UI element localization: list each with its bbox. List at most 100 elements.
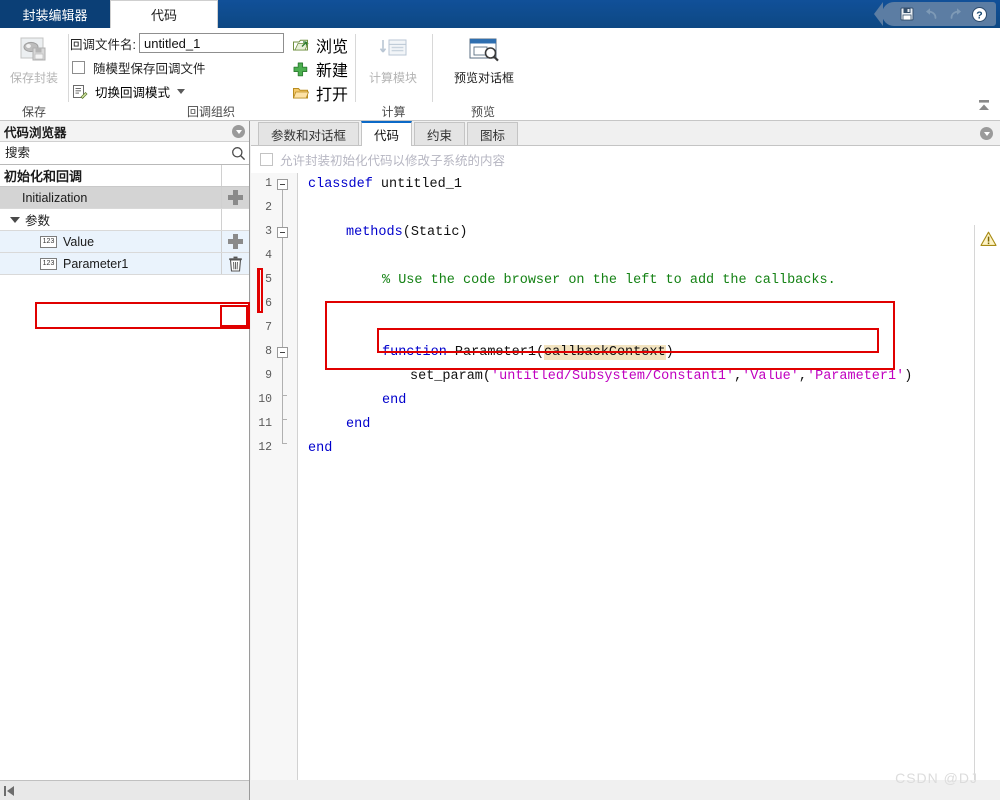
- warning-triangle-icon[interactable]: [980, 231, 997, 252]
- redo-icon[interactable]: [944, 4, 966, 24]
- compute-block-button[interactable]: 计算模块: [362, 36, 424, 86]
- tab-constraints[interactable]: 约束: [414, 122, 466, 145]
- ribbon-separator-2: [355, 34, 356, 102]
- tab-parameters-and-dialog[interactable]: 参数和对话框: [258, 122, 360, 145]
- trash-icon: [229, 256, 242, 272]
- fold-toggle-line-1[interactable]: [277, 179, 288, 190]
- line-number: 5: [265, 273, 272, 286]
- line-number: 6: [265, 297, 272, 310]
- token-classdef: classdef: [308, 177, 373, 192]
- save-mask-button-label: 保存封装: [9, 71, 58, 85]
- token-classname: untitled_1: [380, 177, 462, 192]
- undo-icon[interactable]: [920, 4, 942, 24]
- code-browser-header: 代码浏览器: [0, 121, 249, 142]
- fold-toggle-line-8[interactable]: [277, 347, 288, 358]
- add-value-callback-button[interactable]: [221, 231, 249, 252]
- line-number: 2: [265, 201, 272, 214]
- browse-icon: [293, 39, 309, 51]
- token-comma-1: ,: [734, 369, 743, 384]
- allow-mask-init-modify-checkbox[interactable]: [260, 153, 273, 166]
- token-end-inner: end: [382, 393, 407, 408]
- fold-guide-1b: [282, 419, 283, 443]
- code-browser-hscrollbar[interactable]: [0, 780, 249, 800]
- code-line-12: end: [308, 437, 332, 461]
- quick-access-toolbar: ?: [874, 2, 996, 26]
- new-button[interactable]: 新建: [292, 57, 348, 81]
- token-fn-close: ): [665, 345, 674, 360]
- open-label: 打开: [316, 87, 349, 104]
- collapse-ribbon-button[interactable]: [976, 98, 992, 114]
- chevron-down-icon[interactable]: [177, 89, 186, 94]
- main-area: 代码浏览器 初始化和回调 In: [0, 121, 1000, 800]
- search-input[interactable]: [3, 145, 231, 161]
- app-tab-code[interactable]: 代码: [110, 0, 218, 28]
- callback-file-row: 回调文件名:: [70, 33, 284, 53]
- numeric-param-icon: 123: [40, 257, 57, 270]
- delete-parameter1-button[interactable]: [221, 253, 249, 274]
- expander-down-icon[interactable]: [10, 216, 20, 223]
- ribbon-group-preview: 预览对话框 预览: [434, 28, 532, 121]
- app-tab-mask-editor[interactable]: 封装编辑器: [0, 0, 110, 28]
- allow-mask-init-modify-label: 允许封装初始化代码以修改子系统的内容: [280, 154, 506, 168]
- tree-label-init-and-callbacks: 初始化和回调: [4, 169, 83, 184]
- switch-callback-mode-button[interactable]: 切换回调模式: [72, 82, 186, 101]
- fold-guide-8: [282, 358, 283, 395]
- mask-editor-window: 封装编辑器 代码 ? 保存封装 保存 回调文件名: untitled_1 随模型…: [0, 0, 1000, 800]
- tree-row-parameter1[interactable]: 123 Parameter1: [0, 253, 249, 275]
- code-browser-search[interactable]: [0, 142, 249, 165]
- numeric-param-icon: 123: [40, 235, 57, 248]
- fold-guide-1: [282, 190, 283, 227]
- tab-code[interactable]: 代码: [361, 121, 413, 146]
- tree-row-initialization[interactable]: Initialization: [0, 187, 249, 209]
- ribbon-group-save-label: 保存: [21, 105, 46, 119]
- tree-label-value: Value: [63, 234, 95, 249]
- token-end-class: end: [308, 441, 333, 456]
- compute-block-icon: [379, 39, 407, 56]
- scroll-left-arrow-icon[interactable]: [7, 785, 14, 796]
- app-tab-code-label: 代码: [150, 8, 177, 23]
- open-button[interactable]: 打开: [292, 81, 348, 105]
- allow-mask-init-modify-row[interactable]: 允许封装初始化代码以修改子系统的内容: [251, 146, 1000, 173]
- compute-block-label: 计算模块: [368, 71, 417, 85]
- editor-panel: 参数和对话框 代码 约束 图标 允许封装初始化代码以修改子系统的内容 1 2 3…: [251, 121, 1000, 800]
- code-text-area[interactable]: classdef untitled_1 methods(Static) % Us…: [298, 173, 1000, 800]
- save-icon[interactable]: [896, 4, 918, 24]
- tree-action-none-2: [221, 209, 249, 230]
- line-number: 7: [265, 321, 272, 334]
- token-setparam: set_param(: [410, 369, 492, 384]
- save-with-model-checkbox[interactable]: [72, 61, 85, 74]
- scroll-home-bar: [4, 785, 6, 796]
- ribbon-group-preview-label: 预览: [470, 105, 495, 119]
- tree-action-none-0: [221, 165, 249, 186]
- code-line-5: % Use the code browser on the left to ad…: [382, 269, 836, 293]
- tree-row-init-and-callbacks[interactable]: 初始化和回调: [0, 165, 249, 187]
- code-editor[interactable]: 1 2 3 4 5 6 7 8 9 10 11 12 classdef unti…: [251, 173, 1000, 800]
- watermark: CSDN @DJ: [895, 770, 978, 786]
- tab-icon[interactable]: 图标: [467, 122, 519, 145]
- fold-toggle-line-3[interactable]: [277, 227, 288, 238]
- editor-options-icon[interactable]: [980, 127, 993, 140]
- add-initialization-button[interactable]: [221, 187, 249, 208]
- svg-text:?: ?: [976, 9, 982, 21]
- tree-row-value[interactable]: 123 Value: [0, 231, 249, 253]
- code-browser-title: 代码浏览器: [4, 125, 67, 140]
- annotation-box-delete-button: [220, 305, 248, 327]
- token-methods-arg: (Static): [402, 225, 468, 240]
- save-mask-button[interactable]: 保存封装: [3, 34, 65, 86]
- ribbon-group-callback-org: 回调文件名: 随模型保存回调文件 切换回调模式: [70, 28, 352, 121]
- code-browser-options-icon[interactable]: [232, 125, 245, 138]
- tab-icon-label: 图标: [480, 128, 506, 143]
- browse-button[interactable]: 浏览: [292, 33, 348, 57]
- callback-file-input[interactable]: [138, 33, 284, 53]
- fold-guide-3b: [282, 395, 283, 419]
- tree-row-parameters[interactable]: 参数: [0, 209, 249, 231]
- save-with-model-row[interactable]: 随模型保存回调文件: [72, 58, 206, 77]
- preview-dialog-button[interactable]: 预览对话框: [452, 36, 516, 86]
- switch-callback-mode-label: 切换回调模式: [95, 86, 171, 100]
- editor-tab-strip: 参数和对话框 代码 约束 图标: [251, 121, 1000, 146]
- help-icon[interactable]: ?: [968, 4, 990, 24]
- app-tab-mask-editor-label: 封装编辑器: [22, 7, 88, 23]
- tab-code-label: 代码: [374, 129, 400, 143]
- line-number: 4: [265, 249, 272, 262]
- code-line-10: end: [382, 389, 406, 413]
